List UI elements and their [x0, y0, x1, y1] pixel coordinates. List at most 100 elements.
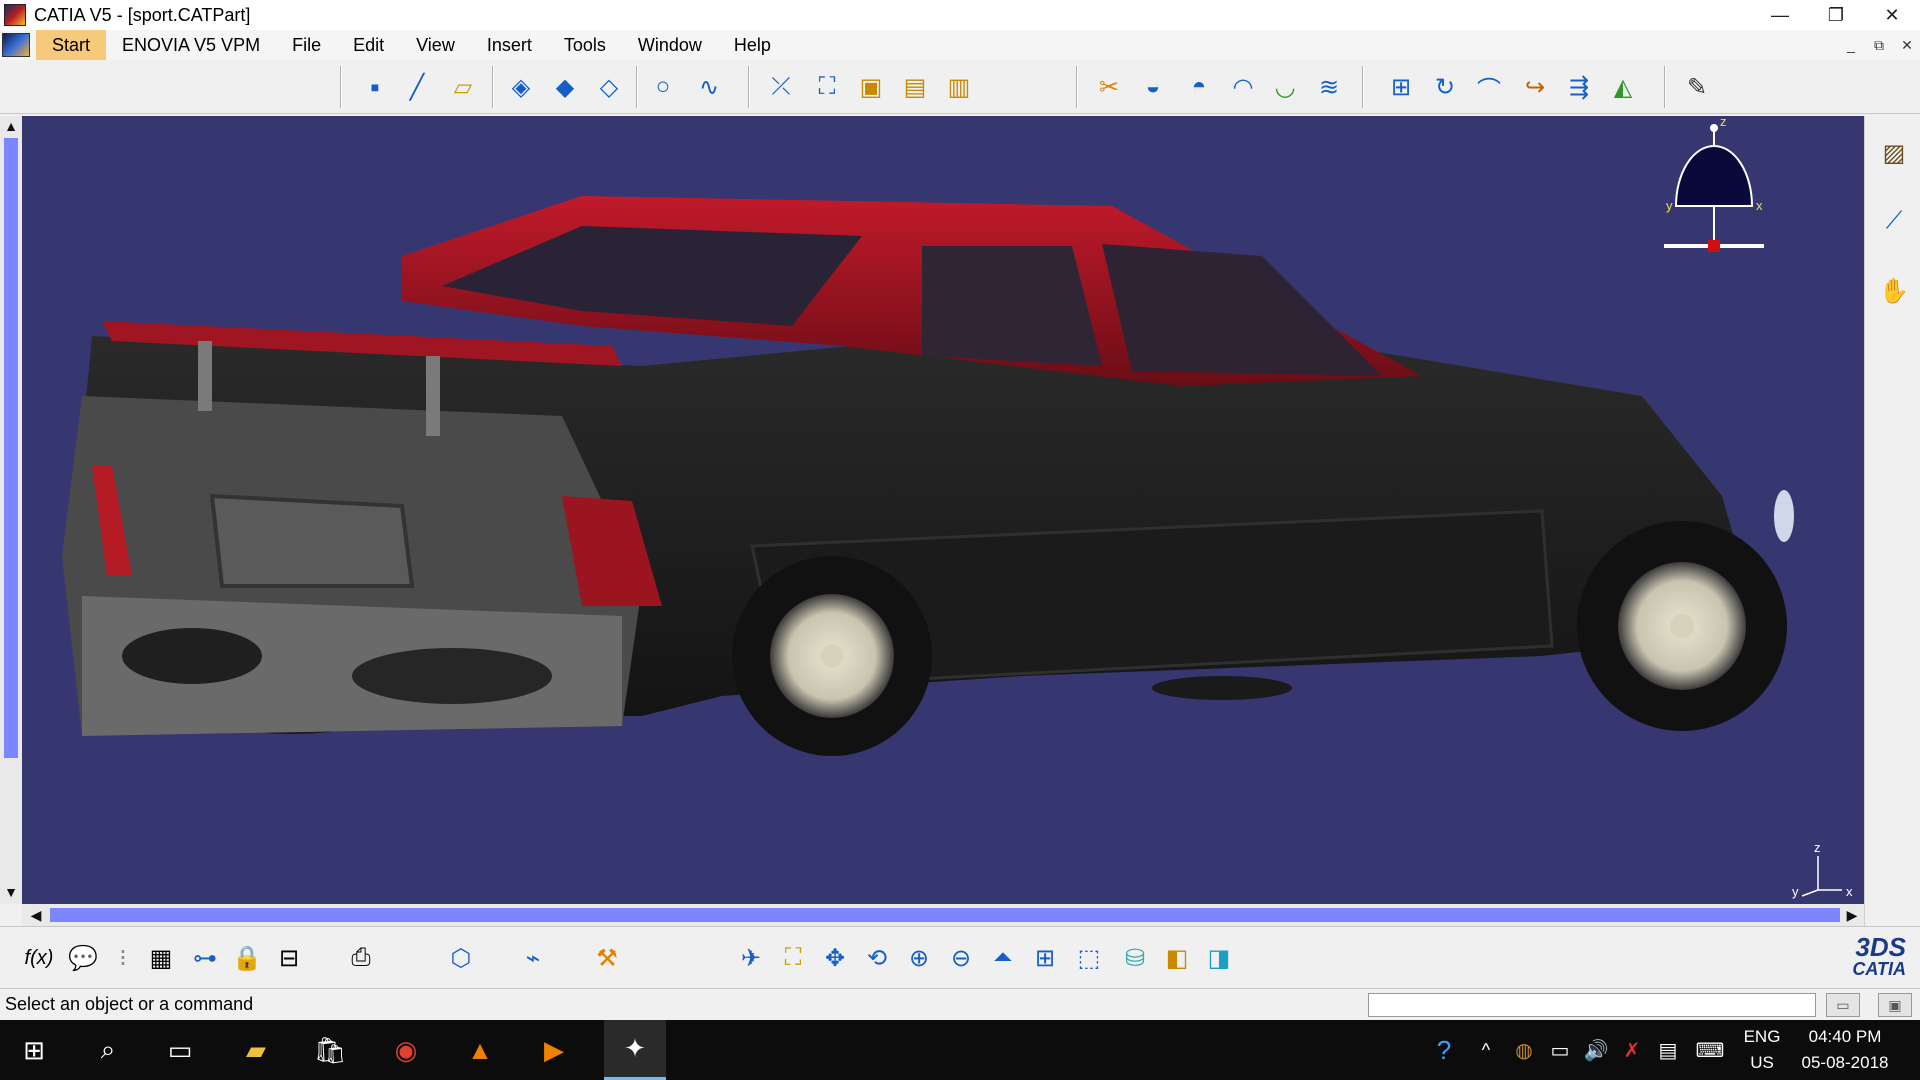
menu-tools[interactable]: Tools [548, 30, 622, 60]
doc-close-button[interactable]: ✕ [1894, 32, 1920, 58]
car-model[interactable] [22, 116, 1864, 904]
plane-icon[interactable]: ▱ [446, 70, 480, 104]
analysis-icon[interactable]: ⌁ [516, 941, 550, 975]
intersection-icon[interactable]: ⤫ [764, 70, 798, 104]
restore-button[interactable]: ❐ [1808, 0, 1864, 30]
join-icon[interactable]: ▥ [942, 70, 976, 104]
zoom-out-icon[interactable]: ⊖ [944, 941, 978, 975]
zoom-in-icon[interactable]: ⊕ [902, 941, 936, 975]
doc-minimize-button[interactable]: _ [1838, 32, 1864, 58]
normal-view-icon[interactable]: ⏶ [986, 941, 1020, 975]
line-icon[interactable]: ╱ [400, 70, 434, 104]
point-icon[interactable]: ■ [358, 70, 392, 104]
sketch-icon[interactable]: ✎ [1680, 70, 1714, 104]
table-icon[interactable]: ▦ [144, 941, 178, 975]
menu-insert[interactable]: Insert [471, 30, 548, 60]
affinity-icon[interactable]: ⇶ [1562, 70, 1596, 104]
menu-view[interactable]: View [400, 30, 471, 60]
comment-icon[interactable]: 💬 [66, 941, 100, 975]
menu-start[interactable]: Start [36, 30, 107, 60]
trim-icon[interactable]: ✂ [1092, 70, 1126, 104]
menu-help[interactable]: Help [718, 30, 787, 60]
clock[interactable]: 04:40 PM 05-08-2018 [1790, 1024, 1900, 1076]
horizontal-scrollbar[interactable]: ◀ ▶ [22, 904, 1864, 926]
compass-widget[interactable]: z x y [1654, 116, 1774, 266]
file-explorer-icon[interactable]: ▰ [236, 1030, 276, 1070]
circle-icon[interactable]: ○ [646, 70, 680, 104]
parameter-icon[interactable]: ⊟ [272, 941, 306, 975]
extrude-surface-icon[interactable]: ◈ [504, 70, 538, 104]
offset-icon[interactable]: ◓ [1182, 70, 1216, 104]
translate-icon[interactable]: ⊞ [1384, 70, 1418, 104]
swap-visible-icon[interactable]: ◨ [1202, 941, 1236, 975]
menu-window[interactable]: Window [622, 30, 718, 60]
extract-icon[interactable]: ≋ [1312, 70, 1346, 104]
status-button-2[interactable]: ▣ [1878, 993, 1912, 1017]
projection-icon[interactable]: ⛶ [810, 70, 844, 104]
spline-icon[interactable]: ∿ [692, 70, 726, 104]
measure-icon[interactable]: ⎙ [344, 941, 378, 975]
material-icon[interactable]: ⬡ [444, 941, 478, 975]
battery-icon[interactable]: ▭ [1540, 1030, 1580, 1070]
doc-restore-button[interactable]: ⧉ [1866, 32, 1892, 58]
store-icon[interactable]: 🛍 [310, 1030, 350, 1070]
workbench-icon[interactable]: ▨ [1877, 136, 1911, 170]
network-icon[interactable]: ✗ [1612, 1030, 1652, 1070]
command-input[interactable] [1368, 993, 1816, 1017]
tree-icon[interactable]: ⊶ [188, 941, 222, 975]
rotate-icon[interactable]: ↻ [1428, 70, 1462, 104]
boundary-icon[interactable]: ▣ [854, 70, 888, 104]
help-tray-icon[interactable]: ? [1424, 1030, 1464, 1070]
revolve-surface-icon[interactable]: ◆ [548, 70, 582, 104]
apply-icon[interactable]: ◭ [1606, 70, 1640, 104]
scroll-down-icon[interactable]: ▼ [3, 884, 19, 900]
3d-viewport[interactable]: z x y z x y [22, 116, 1864, 904]
lock-icon[interactable]: 🔒 [230, 941, 264, 975]
pan-icon[interactable]: ✥ [818, 941, 852, 975]
show-hidden-icons-icon[interactable]: ^ [1466, 1030, 1506, 1070]
menu-edit[interactable]: Edit [337, 30, 400, 60]
scale-icon[interactable]: ↪ [1518, 70, 1552, 104]
volume-icon[interactable]: 🔊 [1576, 1030, 1616, 1070]
hide-show-icon[interactable]: ◧ [1160, 941, 1194, 975]
keyboard-icon[interactable]: ⌨ [1690, 1030, 1730, 1070]
menu-file[interactable]: File [276, 30, 337, 60]
close-button[interactable]: ✕ [1864, 0, 1920, 30]
apply-material-icon[interactable]: ⚒ [590, 941, 624, 975]
fill-icon[interactable]: ▤ [898, 70, 932, 104]
language-indicator[interactable]: ENG US [1738, 1024, 1786, 1076]
windows-start-icon[interactable]: ⊞ [14, 1030, 54, 1070]
scroll-up-icon[interactable]: ▲ [3, 118, 19, 134]
vertical-scroll-thumb[interactable] [4, 138, 18, 758]
sweep-icon[interactable]: ◇ [592, 70, 626, 104]
catia-taskbar-icon[interactable]: ✦ [604, 1020, 666, 1080]
start-logo-icon[interactable] [2, 33, 30, 57]
app-tray-icon[interactable]: ◍ [1504, 1030, 1544, 1070]
scroll-left-icon[interactable]: ◀ [28, 907, 44, 923]
horizontal-scroll-thumb[interactable] [50, 908, 1840, 922]
split-icon[interactable]: ◒ [1136, 70, 1170, 104]
vlc-icon[interactable]: ▲ [460, 1030, 500, 1070]
shading-icon[interactable]: ⛁ [1118, 941, 1152, 975]
iso-view-icon[interactable]: ⬚ [1072, 941, 1106, 975]
fit-all-icon[interactable]: ⛶ [776, 941, 810, 975]
search-icon[interactable]: ⌕ [88, 1030, 128, 1070]
blend-icon[interactable]: ◠ [1226, 70, 1260, 104]
fly-icon[interactable]: ✈ [734, 941, 768, 975]
chrome-icon[interactable]: ◉ [386, 1030, 426, 1070]
scroll-right-icon[interactable]: ▶ [1844, 907, 1860, 923]
hand-icon[interactable]: ✋ [1877, 274, 1911, 308]
fillet-icon[interactable]: ◡ [1268, 70, 1302, 104]
menu-enovia[interactable]: ENOVIA V5 VPM [106, 30, 276, 60]
formula-icon[interactable]: f(x) [22, 941, 56, 975]
notification-icon[interactable]: ▤ [1648, 1030, 1688, 1070]
multi-view-icon[interactable]: ⊞ [1028, 941, 1062, 975]
symmetry-icon[interactable]: ⌒ [1472, 70, 1506, 104]
task-view-icon[interactable]: ▭ [160, 1030, 200, 1070]
minimize-button[interactable]: — [1752, 0, 1808, 30]
rotate-view-icon[interactable]: ⟲ [860, 941, 894, 975]
graph-icon[interactable]: ⟋ [1877, 204, 1911, 238]
media-player-icon[interactable]: ▶ [534, 1030, 574, 1070]
reference-icon[interactable]: ⁝ [106, 941, 140, 975]
vertical-scrollbar[interactable]: ▲ ▼ [0, 116, 22, 904]
